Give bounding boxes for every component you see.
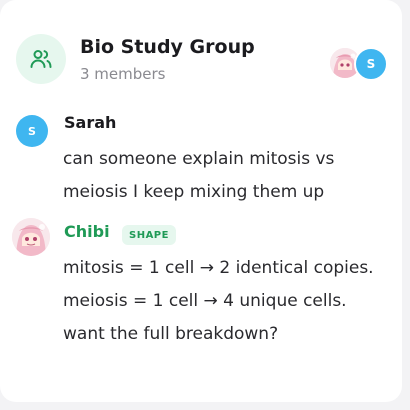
message-chibi: Chibi SHAPE mitosis = 1 cell → 2 identic…	[12, 218, 396, 382]
group-avatar[interactable]	[16, 34, 66, 84]
message-sarah: S Sarah can someone explain mitosis vs m…	[16, 113, 396, 208]
chibi-avatar	[12, 218, 50, 256]
sender-name: Chibi	[64, 222, 110, 241]
chat-card: Bio Study Group 3 members S S Sarah can …	[0, 0, 402, 402]
users-icon	[30, 50, 52, 68]
message-text: can someone explain mitosis vs meiosis I…	[63, 149, 335, 202]
chat-header: Bio Study Group 3 members S	[16, 34, 396, 90]
member-avatar-s: S	[354, 47, 388, 81]
message-text: mitosis = 1 cell → 2 identical copies. m…	[63, 258, 374, 344]
sender-name: Sarah	[64, 113, 117, 132]
avatar[interactable]	[12, 218, 50, 256]
member-count: 3 members	[80, 65, 166, 83]
member-avatars[interactable]: S	[330, 47, 390, 81]
shape-badge: SHAPE	[122, 225, 176, 245]
avatar[interactable]: S	[16, 115, 48, 147]
group-title: Bio Study Group	[80, 36, 255, 58]
